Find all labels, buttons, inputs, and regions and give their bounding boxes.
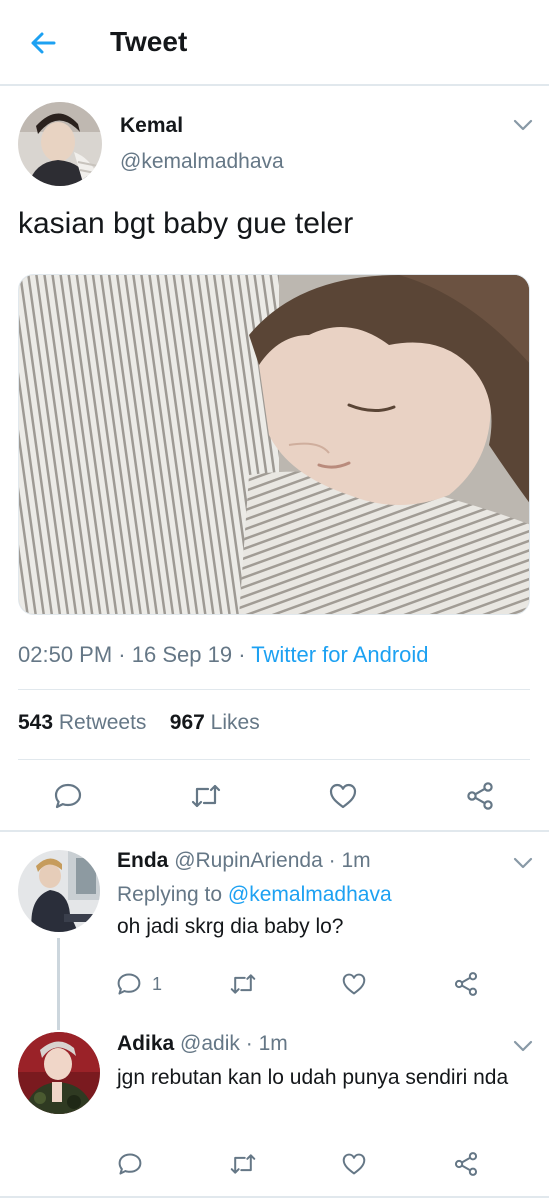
chevron-down-icon[interactable] bbox=[512, 118, 534, 132]
author-name[interactable]: Kemal bbox=[120, 114, 183, 138]
reply-avatar[interactable] bbox=[18, 850, 100, 932]
reply-header: Adika @adik · 1m bbox=[117, 1032, 288, 1056]
meta-separator: · bbox=[245, 1032, 253, 1055]
retweets-count: 543 bbox=[18, 711, 54, 734]
reply-text: jgn rebutan kan lo udah punya sendiri nd… bbox=[117, 1066, 509, 1089]
share-button[interactable] bbox=[462, 778, 498, 814]
retweet-button[interactable] bbox=[226, 1150, 260, 1178]
like-button[interactable] bbox=[325, 778, 361, 814]
share-icon bbox=[467, 782, 493, 810]
reply-author-name[interactable]: Adika bbox=[117, 1032, 174, 1055]
replying-to: Replying to @kemalmadhava bbox=[117, 883, 392, 907]
reply-button[interactable]: 1 bbox=[116, 970, 162, 998]
retweets-stat[interactable]: 543 Retweets bbox=[18, 711, 146, 734]
heart-icon bbox=[342, 973, 366, 995]
back-button[interactable] bbox=[26, 26, 60, 60]
tweet-date: 16 Sep 19 bbox=[131, 642, 233, 667]
reply-count: 1 bbox=[152, 973, 163, 994]
author-handle[interactable]: @kemalmadhava bbox=[120, 150, 284, 174]
reply-time: 1m bbox=[341, 849, 371, 872]
retweets-label: Retweets bbox=[58, 711, 147, 734]
tweet-time: 02:50 PM bbox=[18, 642, 113, 667]
replying-to-label: Replying to bbox=[117, 883, 223, 906]
likes-label: Likes bbox=[210, 711, 260, 734]
retweet-icon bbox=[230, 1154, 256, 1174]
likes-count: 967 bbox=[169, 711, 205, 734]
reply-time: 1m bbox=[258, 1032, 288, 1055]
reply-author-handle[interactable]: @adik bbox=[180, 1032, 240, 1055]
share-icon bbox=[454, 1152, 478, 1176]
tweet-stats: 543 Retweets 967 Likes bbox=[18, 711, 260, 735]
divider bbox=[18, 689, 530, 690]
arrow-left-icon bbox=[31, 32, 56, 54]
speech-bubble-icon bbox=[118, 1153, 142, 1175]
top-bar: Tweet bbox=[0, 0, 549, 86]
share-button[interactable] bbox=[451, 970, 481, 998]
meta-separator: · bbox=[328, 849, 336, 872]
reply-author-name[interactable]: Enda bbox=[117, 849, 168, 872]
speech-bubble-icon bbox=[54, 783, 82, 809]
like-button[interactable] bbox=[339, 1150, 369, 1178]
share-icon bbox=[454, 972, 478, 996]
meta-separator: · bbox=[118, 642, 126, 667]
replying-to-mention[interactable]: @kemalmadhava bbox=[228, 883, 392, 906]
reply-header: Enda @RupinArienda · 1m bbox=[117, 849, 371, 873]
tweet-text: kasian bgt baby gue teler bbox=[18, 207, 354, 240]
heart-icon bbox=[329, 783, 357, 809]
retweet-icon bbox=[230, 974, 256, 994]
chevron-down-icon[interactable] bbox=[512, 1039, 534, 1053]
likes-stat[interactable]: 967 Likes bbox=[170, 711, 260, 734]
tweet-metadata: 02:50 PM · 16 Sep 19 · Twitter for Andro… bbox=[18, 642, 429, 668]
retweet-button[interactable] bbox=[226, 970, 260, 998]
section-separator bbox=[0, 830, 549, 832]
reply-button[interactable] bbox=[50, 778, 86, 814]
tweet-photo[interactable] bbox=[18, 274, 530, 615]
client-link[interactable]: Twitter for Android bbox=[251, 642, 428, 667]
section-separator bbox=[0, 1196, 549, 1198]
share-button[interactable] bbox=[451, 1150, 481, 1178]
heart-icon bbox=[342, 1153, 366, 1175]
reply-author-handle[interactable]: @RupinArienda bbox=[174, 849, 323, 872]
meta-separator: · bbox=[238, 642, 246, 667]
like-button[interactable] bbox=[339, 970, 369, 998]
reply-text: oh jadi skrg dia baby lo? bbox=[117, 915, 344, 938]
reply-avatar[interactable] bbox=[18, 1032, 100, 1114]
thread-line bbox=[57, 938, 60, 1030]
retweet-icon bbox=[191, 784, 221, 808]
reply-button[interactable] bbox=[116, 1150, 144, 1178]
page-title: Tweet bbox=[110, 26, 188, 57]
speech-bubble-icon bbox=[117, 973, 141, 995]
author-avatar[interactable] bbox=[18, 102, 102, 186]
chevron-down-icon[interactable] bbox=[512, 856, 534, 870]
divider bbox=[18, 759, 530, 760]
retweet-button[interactable] bbox=[187, 778, 225, 814]
